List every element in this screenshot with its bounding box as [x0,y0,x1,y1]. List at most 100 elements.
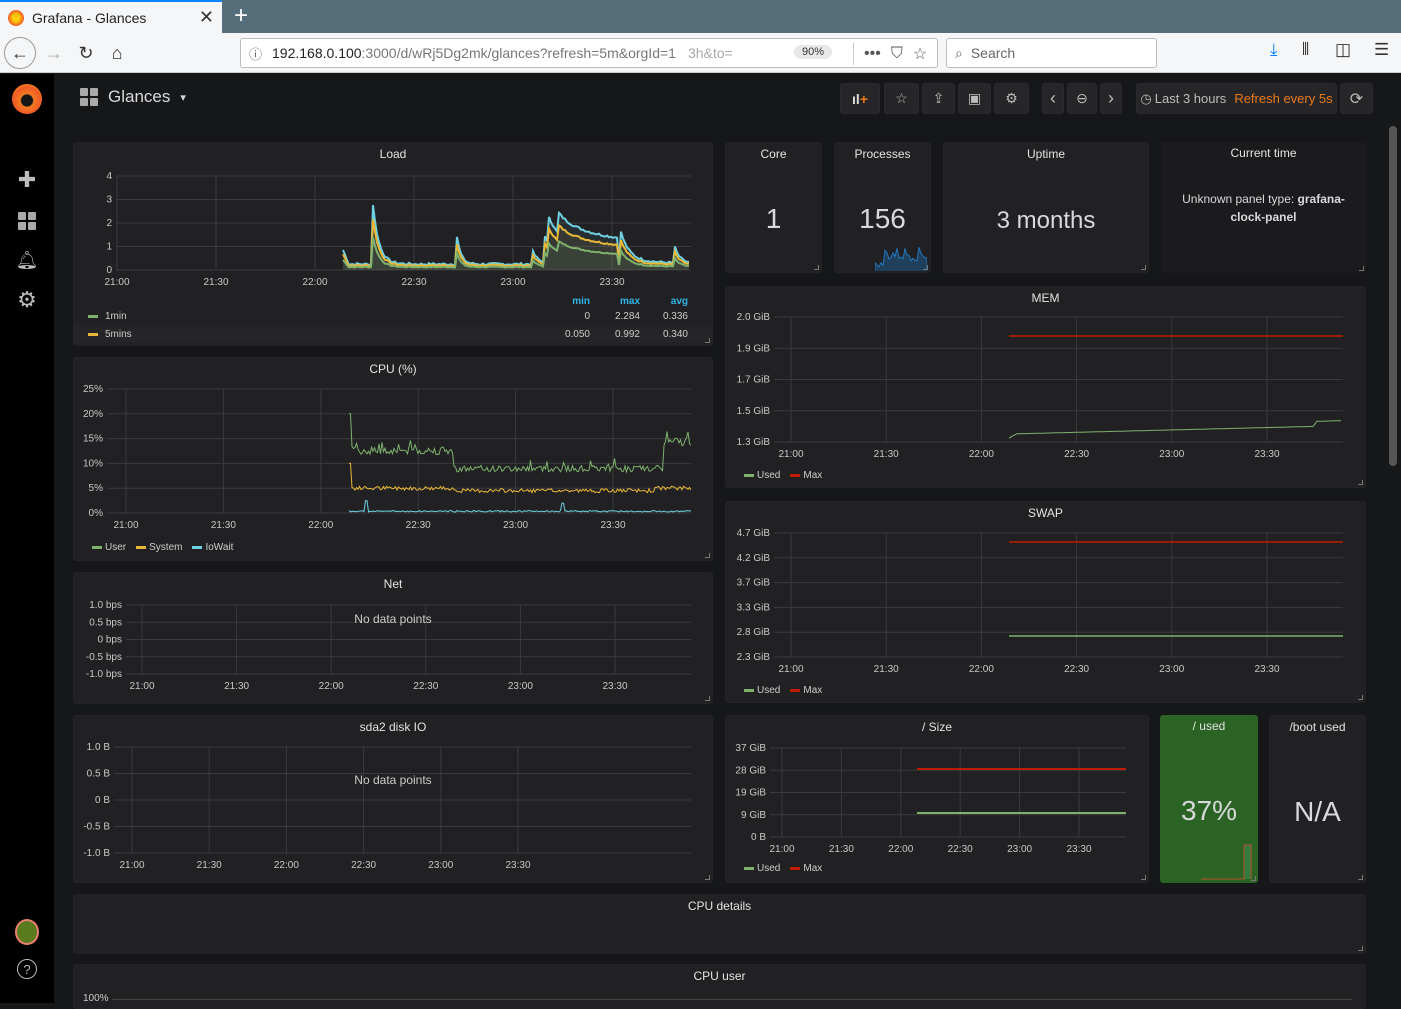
resize-handle[interactable] [705,553,710,558]
legend-item[interactable]: Max [790,470,822,481]
panel-mem: MEM 2.0 GiB1.9 GiB1.7 GiB1.5 GiB1.3 GiB2… [725,286,1366,488]
y-tick-label: 15% [83,434,103,445]
browser-tab[interactable]: Grafana - Glances ✕ [0,0,222,33]
reload-button[interactable]: ↻ [72,39,100,67]
resize-handle[interactable] [1359,266,1364,271]
panel-title[interactable]: Uptime [944,147,1148,161]
resize-handle[interactable] [923,265,928,270]
share-icon: ⇪ [933,90,945,107]
resize-handle[interactable] [1251,876,1256,881]
legend-item[interactable]: User [92,542,126,553]
x-tick-label: 22:30 [1064,664,1089,675]
chevron-left-icon: ‹ [1050,88,1056,109]
star-dashboard-button[interactable]: ☆ [884,83,919,114]
x-tick-label: 23:00 [1159,664,1184,675]
browser-search-input[interactable]: ⌕ Search [946,38,1157,68]
close-tab-icon[interactable]: ✕ [199,7,214,28]
hamburger-menu-icon[interactable]: ☰ [1374,40,1389,60]
legend-swatch [744,689,754,692]
x-tick-label: 21:00 [778,449,803,460]
share-button[interactable]: ⇪ [922,83,955,114]
legend-row[interactable]: 1min02.2840.336 [74,307,712,325]
bell-icon[interactable]: 🔔︎ [14,247,40,273]
plus-icon[interactable]: ✚ [14,167,40,193]
new-tab-button[interactable]: + [230,2,252,30]
refresh-button[interactable]: ⟳ [1340,83,1373,114]
stat-value: 37% [1160,795,1258,827]
download-icon[interactable]: ⤓ [1270,40,1278,60]
panel-current-time: Current time Unknown panel type: grafana… [1161,142,1366,273]
time-picker[interactable]: ◷ Last 3 hours Refresh every 5s [1136,83,1337,114]
panel-title[interactable]: /boot used [1270,720,1365,734]
zoom-level[interactable]: 90% [794,45,832,59]
x-tick-label: 21:30 [874,449,899,460]
legend-item[interactable]: IoWait [192,542,233,553]
resize-handle[interactable] [1141,875,1146,880]
y-tick-label: 2 [106,218,112,229]
x-tick-label: 23:00 [503,520,528,531]
save-button[interactable]: ▣ [958,83,991,114]
legend-item[interactable]: System [136,542,182,553]
legend-avg: 0.340 [640,329,688,340]
settings-button[interactable]: ⚙ [994,83,1029,114]
legend-item[interactable]: Max [790,863,822,874]
legend-header-max[interactable]: max [590,296,640,307]
resize-handle[interactable] [1358,875,1363,880]
grafana-side-menu: ✚ 🔔︎ ⚙ ? [0,74,54,1003]
time-back-button[interactable]: ‹ [1042,83,1064,114]
panel-title[interactable]: CPU details [74,899,1365,913]
legend-item[interactable]: Used [744,685,780,696]
legend-label: IoWait [205,542,233,553]
resize-handle[interactable] [705,696,710,701]
legend-header-avg[interactable]: avg [640,296,688,307]
panel-title[interactable]: / used [1160,719,1258,733]
pocket-icon[interactable]: ⛉ [891,45,903,63]
resize-handle[interactable] [705,338,710,343]
resize-handle[interactable] [1358,946,1363,951]
legend-label: Used [757,685,780,696]
back-button[interactable]: ← [4,37,36,69]
time-forward-button[interactable]: › [1100,83,1122,114]
grafana-logo-icon[interactable] [12,84,42,114]
library-icon[interactable]: ⫴ [1302,40,1309,60]
legend-item[interactable]: Used [744,470,780,481]
site-info-icon[interactable]: ⓘ [249,44,262,63]
sidebar-toggle-icon[interactable]: ◫ [1335,40,1351,60]
dashboard-picker[interactable]: Glances ▾ [80,87,186,107]
resize-handle[interactable] [1358,695,1363,700]
resize-handle[interactable] [705,875,710,880]
gear-icon[interactable]: ⚙ [14,287,40,313]
resize-handle[interactable] [1358,480,1363,485]
bookmark-star-icon[interactable]: ☆ [913,44,927,64]
resize-handle[interactable] [1141,265,1146,270]
more-actions-icon[interactable]: ••• [864,45,881,63]
help-icon[interactable]: ? [17,959,37,979]
legend-header-min[interactable]: min [540,296,590,307]
panel-title[interactable]: Core [726,147,821,161]
home-button[interactable]: ⌂ [103,39,131,67]
tab-title: Grafana - Glances [32,10,146,26]
user-avatar[interactable] [15,919,39,945]
x-tick-label: 21:30 [874,664,899,675]
panel-title[interactable]: CPU user [74,969,1365,983]
y-tick-label: 0 B [95,795,110,806]
legend-item[interactable]: Max [790,685,822,696]
resize-handle[interactable] [814,265,819,270]
legend-item[interactable]: Used [744,863,780,874]
forward-button[interactable]: → [40,39,68,67]
x-tick-label: 22:30 [413,681,438,692]
dashboards-icon[interactable] [14,208,40,234]
x-tick-label: 21:00 [119,860,144,871]
panel-title[interactable]: Processes [835,147,930,161]
zoom-out-button[interactable]: ⊖ [1067,83,1097,114]
x-tick-label: 21:30 [829,844,854,855]
page-scrollbar[interactable] [1389,126,1397,466]
panel-cpu-user: CPU user 100% [73,964,1366,1009]
save-icon: ▣ [968,90,981,107]
url-bar[interactable]: ⓘ 192.168.0.100:3000/d/wRj5Dg2mk/glances… [240,38,938,68]
y-tick-label: 1.0 bps [89,600,122,611]
y-tick-label: 2.0 GiB [737,312,771,323]
panel-title[interactable]: Current time [1161,146,1366,160]
legend-row[interactable]: 5mins0.0500.9920.340 [74,325,712,343]
add-panel-button[interactable]: ıl+ [840,83,880,114]
